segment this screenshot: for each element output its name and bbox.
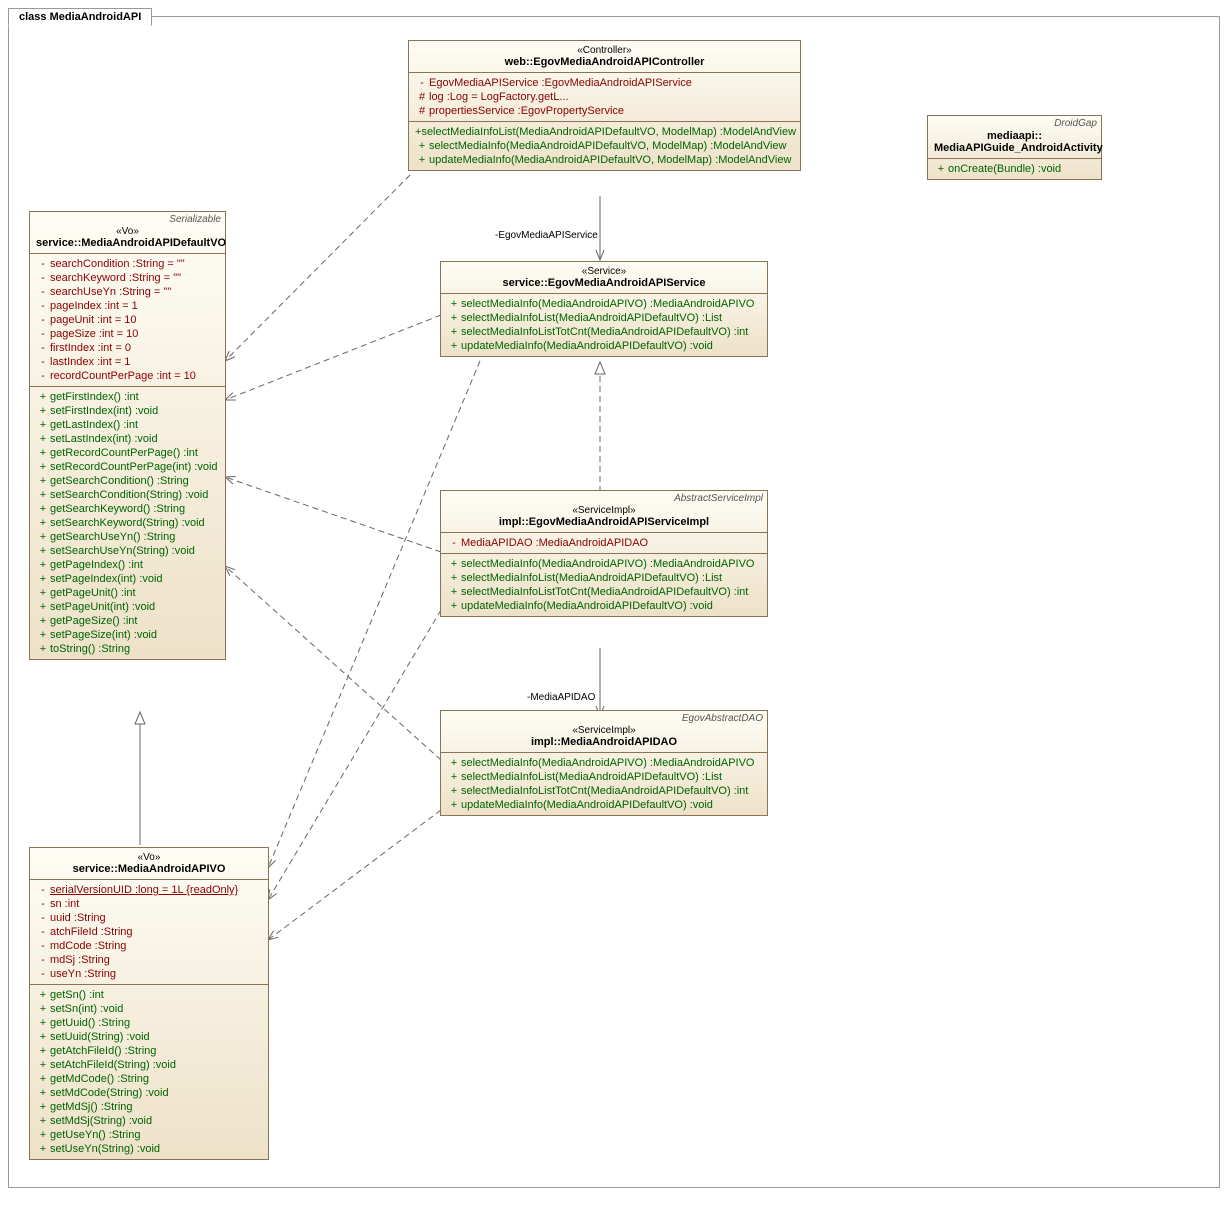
member-row: +getSearchCondition() :String [36,474,219,488]
class-defaultvo: Serializable «Vo» service::MediaAndroidA… [29,211,226,660]
stereotype: «ServiceImpl» [447,505,761,516]
member-row: +selectMediaInfoListTotCnt(MediaAndroidA… [447,784,761,798]
member-row: +selectMediaInfoList(MediaAndroidAPIDefa… [447,311,761,325]
member-row: -atchFileId :String [36,925,262,939]
member-row: +selectMediaInfo(MediaAndroidAPIDefaultV… [415,139,794,153]
member-row: +getPageIndex() :int [36,558,219,572]
stereotype: «Vo» [36,852,262,863]
member-row: +getFirstIndex() :int [36,390,219,404]
class-name: service::EgovMediaAndroidAPIService [447,277,761,289]
member-row: +setSn(int) :void [36,1002,262,1016]
member-row: #propertiesService :EgovPropertyService [415,104,794,118]
member-row: +updateMediaInfo(MediaAndroidAPIDefaultV… [415,153,794,167]
member-row: +selectMediaInfo(MediaAndroidAPIVO) :Med… [447,756,761,770]
member-row: -useYn :String [36,967,262,981]
class-tag: Serializable [169,214,221,225]
member-row: +selectMediaInfo(MediaAndroidAPIVO) :Med… [447,557,761,571]
stereotype: «Controller» [415,45,794,56]
member-row: -mdSj :String [36,953,262,967]
member-row: #log :Log = LogFactory.getL... [415,90,794,104]
member-row: +updateMediaInfo(MediaAndroidAPIDefaultV… [447,599,761,613]
member-row: +setRecordCountPerPage(int) :void [36,460,219,474]
class-tag: AbstractServiceImpl [674,493,763,504]
class-name: MediaAPIGuide_AndroidActivity [934,142,1103,154]
stereotype: «Vo» [36,226,219,237]
member-row: +getPageSize() :int [36,614,219,628]
member-row: +getMdCode() :String [36,1072,262,1086]
class-service: «Service» service::EgovMediaAndroidAPISe… [440,261,768,357]
member-row: +getPageUnit() :int [36,586,219,600]
member-row: -pageSize :int = 10 [36,327,219,341]
member-row: -uuid :String [36,911,262,925]
member-row: -pageUnit :int = 10 [36,313,219,327]
member-row: +setSearchUseYn(String) :void [36,544,219,558]
member-row: +selectMediaInfoList(MediaAndroidAPIDefa… [447,571,761,585]
class-droidgap: DroidGap mediaapi::MediaAPIGuide_Android… [927,115,1102,180]
member-row: +setLastIndex(int) :void [36,432,219,446]
member-row: +getUuid() :String [36,1016,262,1030]
member-row: -mdCode :String [36,939,262,953]
member-row: -lastIndex :int = 1 [36,355,219,369]
member-row: +toString() :String [36,642,219,656]
class-apivo: «Vo» service::MediaAndroidAPIVO -serialV… [29,847,269,1160]
class-name-pkg: mediaapi:: [987,130,1042,142]
member-row: -pageIndex :int = 1 [36,299,219,313]
member-row: -serialVersionUID :long = 1L {readOnly} [36,883,262,897]
stereotype: «Service» [447,266,761,277]
stereotype: «ServiceImpl» [447,725,761,736]
member-row: +setMdCode(String) :void [36,1086,262,1100]
class-name: service::MediaAndroidAPIDefaultVO [36,237,219,249]
label-egovmediaapiservice: -EgovMediaAPIService [495,230,598,241]
member-row: +selectMediaInfoListTotCnt(MediaAndroidA… [447,585,761,599]
member-row: -searchCondition :String = "" [36,257,219,271]
member-row: +getUseYn() :String [36,1128,262,1142]
member-row: +setPageUnit(int) :void [36,600,219,614]
member-row: +setPageIndex(int) :void [36,572,219,586]
class-dao: EgovAbstractDAO «ServiceImpl» impl::Medi… [440,710,768,816]
class-serviceimpl: AbstractServiceImpl «ServiceImpl» impl::… [440,490,768,617]
member-row: +setSearchCondition(String) :void [36,488,219,502]
member-row: +setMdSj(String) :void [36,1114,262,1128]
member-row: +setPageSize(int) :void [36,628,219,642]
member-row: +getSn() :int [36,988,262,1002]
member-row: -MediaAPIDAO :MediaAndroidAPIDAO [447,536,761,550]
member-row: -EgovMediaAPIService :EgovMediaAndroidAP… [415,76,794,90]
member-row: +getMdSj() :String [36,1100,262,1114]
member-row: +setSearchKeyword(String) :void [36,516,219,530]
member-row: -searchUseYn :String = "" [36,285,219,299]
member-row: -firstIndex :int = 0 [36,341,219,355]
member-row: +getLastIndex() :int [36,418,219,432]
class-name: web::EgovMediaAndroidAPIController [415,56,794,68]
member-row: +setFirstIndex(int) :void [36,404,219,418]
label-mediaapidao: -MediaAPIDAO [527,692,595,703]
member-row: +selectMediaInfoList(MediaAndroidAPIDefa… [447,770,761,784]
member-row: +getRecordCountPerPage() :int [36,446,219,460]
member-row: +selectMediaInfoList(MediaAndroidAPIDefa… [415,125,794,139]
member-row: -recordCountPerPage :int = 10 [36,369,219,383]
member-row: +selectMediaInfo(MediaAndroidAPIVO) :Med… [447,297,761,311]
member-row: -sn :int [36,897,262,911]
member-row: +getSearchKeyword() :String [36,502,219,516]
member-row: +updateMediaInfo(MediaAndroidAPIDefaultV… [447,798,761,812]
member-row: +getAtchFileId() :String [36,1044,262,1058]
member-row: +setAtchFileId(String) :void [36,1058,262,1072]
frame-title: class MediaAndroidAPI [8,8,152,26]
class-tag: DroidGap [1054,118,1097,129]
class-name: service::MediaAndroidAPIVO [36,863,262,875]
member-row: +setUuid(String) :void [36,1030,262,1044]
member-row: +setUseYn(String) :void [36,1142,262,1156]
class-name: impl::MediaAndroidAPIDAO [447,736,761,748]
class-controller: «Controller» web::EgovMediaAndroidAPICon… [408,40,801,171]
class-name: impl::EgovMediaAndroidAPIServiceImpl [447,516,761,528]
member-row: -searchKeyword :String = "" [36,271,219,285]
member-row: +onCreate(Bundle) :void [934,162,1095,176]
class-tag: EgovAbstractDAO [682,713,763,724]
member-row: +getSearchUseYn() :String [36,530,219,544]
uml-diagram: class MediaAndroidAPI «Controller» [0,0,1228,1208]
member-row: +updateMediaInfo(MediaAndroidAPIDefaultV… [447,339,761,353]
member-row: +selectMediaInfoListTotCnt(MediaAndroidA… [447,325,761,339]
